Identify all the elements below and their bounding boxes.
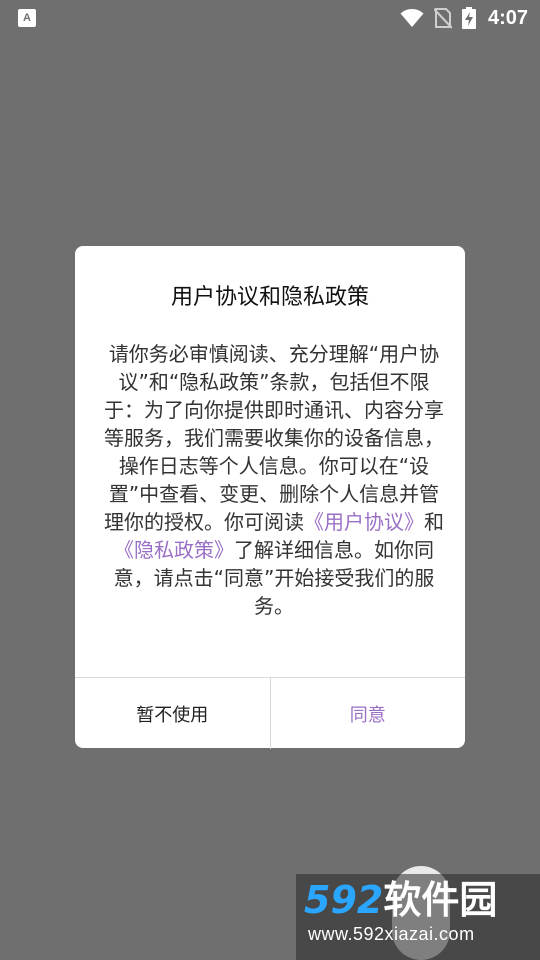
dialog-message: 请你务必审慎阅读、充分理解“用户协议”和“隐私政策”条款，包括但不限于：为了向你… bbox=[104, 340, 444, 620]
battery-charging-icon bbox=[461, 7, 476, 29]
dialog-title: 用户协议和隐私政策 bbox=[170, 285, 369, 310]
decline-button[interactable]: 暂不使用 bbox=[75, 678, 271, 749]
watermark-url: www.592xiazai.com bbox=[308, 924, 475, 944]
app-notification-icon: A bbox=[18, 9, 36, 27]
dialog-message-and: 和 bbox=[424, 510, 444, 534]
dialog-message-part1: 请你务必审慎阅读、充分理解“用户协议”和“隐私政策”条款，包括但不限于：为了向你… bbox=[104, 342, 444, 534]
status-time: 4:07 bbox=[487, 6, 528, 29]
dialog-actions: 暂不使用 同意 bbox=[75, 677, 465, 749]
watermark-logo: 592软件园 bbox=[304, 876, 497, 924]
status-bar: A 4:07 bbox=[0, 0, 540, 36]
privacy-policy-link[interactable]: 《隐私政策》 bbox=[114, 538, 234, 562]
watermark-brand: 软件园 bbox=[383, 878, 498, 922]
agree-button[interactable]: 同意 bbox=[271, 678, 466, 749]
watermark-number: 592 bbox=[304, 878, 384, 922]
wifi-icon bbox=[400, 9, 424, 27]
status-icons: 4:07 bbox=[400, 0, 528, 36]
user-agreement-link[interactable]: 《用户协议》 bbox=[304, 510, 424, 534]
watermark: 592软件园 www.592xiazai.com bbox=[296, 874, 540, 960]
no-sim-icon bbox=[433, 8, 452, 29]
app-notification-letter: A bbox=[23, 11, 31, 24]
